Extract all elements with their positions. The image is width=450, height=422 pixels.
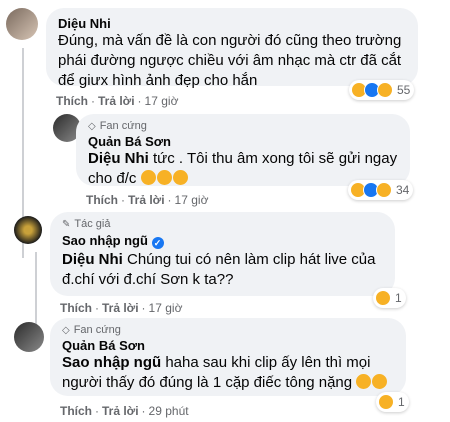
wow-icon <box>377 82 393 98</box>
reaction-count: 55 <box>397 83 411 97</box>
diamond-icon: ◇ <box>62 324 70 336</box>
mention-link[interactable]: Diệu Nhi <box>88 150 149 167</box>
badge-label: Fan cứng <box>99 120 147 132</box>
timestamp[interactable]: 17 giờ <box>149 301 183 315</box>
reaction-count: 34 <box>396 183 410 197</box>
comment-actions: Thích · Trả lời · 29 phút <box>60 404 189 418</box>
like-link[interactable]: Thích <box>60 301 92 315</box>
thread-line <box>35 252 37 332</box>
laughing-emoji-icon <box>172 170 188 185</box>
reply-link[interactable]: Trả lời <box>102 301 139 315</box>
laughing-emoji-icon <box>356 374 372 389</box>
reaction-summary[interactable]: 34 <box>348 180 414 200</box>
comment-actions: Thích · Trả lời · 17 giờ <box>86 193 209 207</box>
comment-bubble: ◇ Fan cứng Quản Bá Sơn Diệu Nhi tức . Tô… <box>76 114 410 187</box>
haha-icon <box>378 394 394 410</box>
reply-link[interactable]: Trả lời <box>98 94 135 108</box>
laughing-emoji-icon <box>140 170 156 185</box>
comment-actions: Thích · Trả lời · 17 giờ <box>56 94 179 108</box>
comment-author[interactable]: Diệu Nhi <box>58 16 406 31</box>
comment-actions: Thích · Trả lời · 17 giờ <box>60 301 183 315</box>
pencil-icon: ✎ <box>62 218 71 230</box>
like-link[interactable]: Thích <box>60 404 92 418</box>
badge-row: ✎ Tác giả <box>62 218 383 230</box>
avatar[interactable] <box>14 322 44 352</box>
avatar[interactable] <box>6 8 38 40</box>
badge-label: Tác giả <box>74 218 111 230</box>
badge-label: Fan cứng <box>73 324 121 336</box>
comment-bubble: Diệu Nhi Đúng, mà vấn đề là con người đó… <box>46 8 418 89</box>
reply-link[interactable]: Trả lời <box>102 404 139 418</box>
timestamp[interactable]: 29 phút <box>149 404 189 418</box>
reaction-summary[interactable]: 1 <box>373 288 406 308</box>
badge-row: ◇ Fan cứng <box>88 120 398 132</box>
comment-bubble: ✎ Tác giả Sao nhập ngũ ✓ Diệu Nhi Chúng … <box>50 212 395 296</box>
comment-author[interactable]: Quản Bá Sơn <box>88 134 398 149</box>
diamond-icon: ◇ <box>88 120 96 132</box>
reply-link[interactable]: Trả lời <box>128 193 165 207</box>
laughing-emoji-icon <box>156 170 172 185</box>
laughing-emoji-icon <box>372 374 388 389</box>
badge-row: ◇ Fan cứng <box>62 324 394 336</box>
wow-icon <box>376 182 392 198</box>
verified-badge-icon: ✓ <box>151 237 164 249</box>
avatar[interactable] <box>14 216 42 244</box>
thinking-icon <box>375 290 391 306</box>
comment-author[interactable]: Quản Bá Sơn <box>62 338 394 353</box>
comment-author[interactable]: Sao nhập ngũ ✓ <box>62 233 164 249</box>
reaction-summary[interactable]: 55 <box>349 80 415 100</box>
timestamp[interactable]: 17 giờ <box>175 193 209 207</box>
like-link[interactable]: Thích <box>86 193 118 207</box>
comment-bubble: ◇ Fan cứng Quản Bá Sơn Sao nhập ngũ haha… <box>50 318 406 396</box>
reaction-summary[interactable]: 1 <box>376 392 409 412</box>
reaction-count: 1 <box>398 395 405 409</box>
timestamp[interactable]: 17 giờ <box>145 94 179 108</box>
reaction-count: 1 <box>395 291 402 305</box>
like-link[interactable]: Thích <box>56 94 88 108</box>
mention-link[interactable]: Diệu Nhi <box>62 251 123 268</box>
mention-link[interactable]: Sao nhập ngũ <box>62 354 161 371</box>
